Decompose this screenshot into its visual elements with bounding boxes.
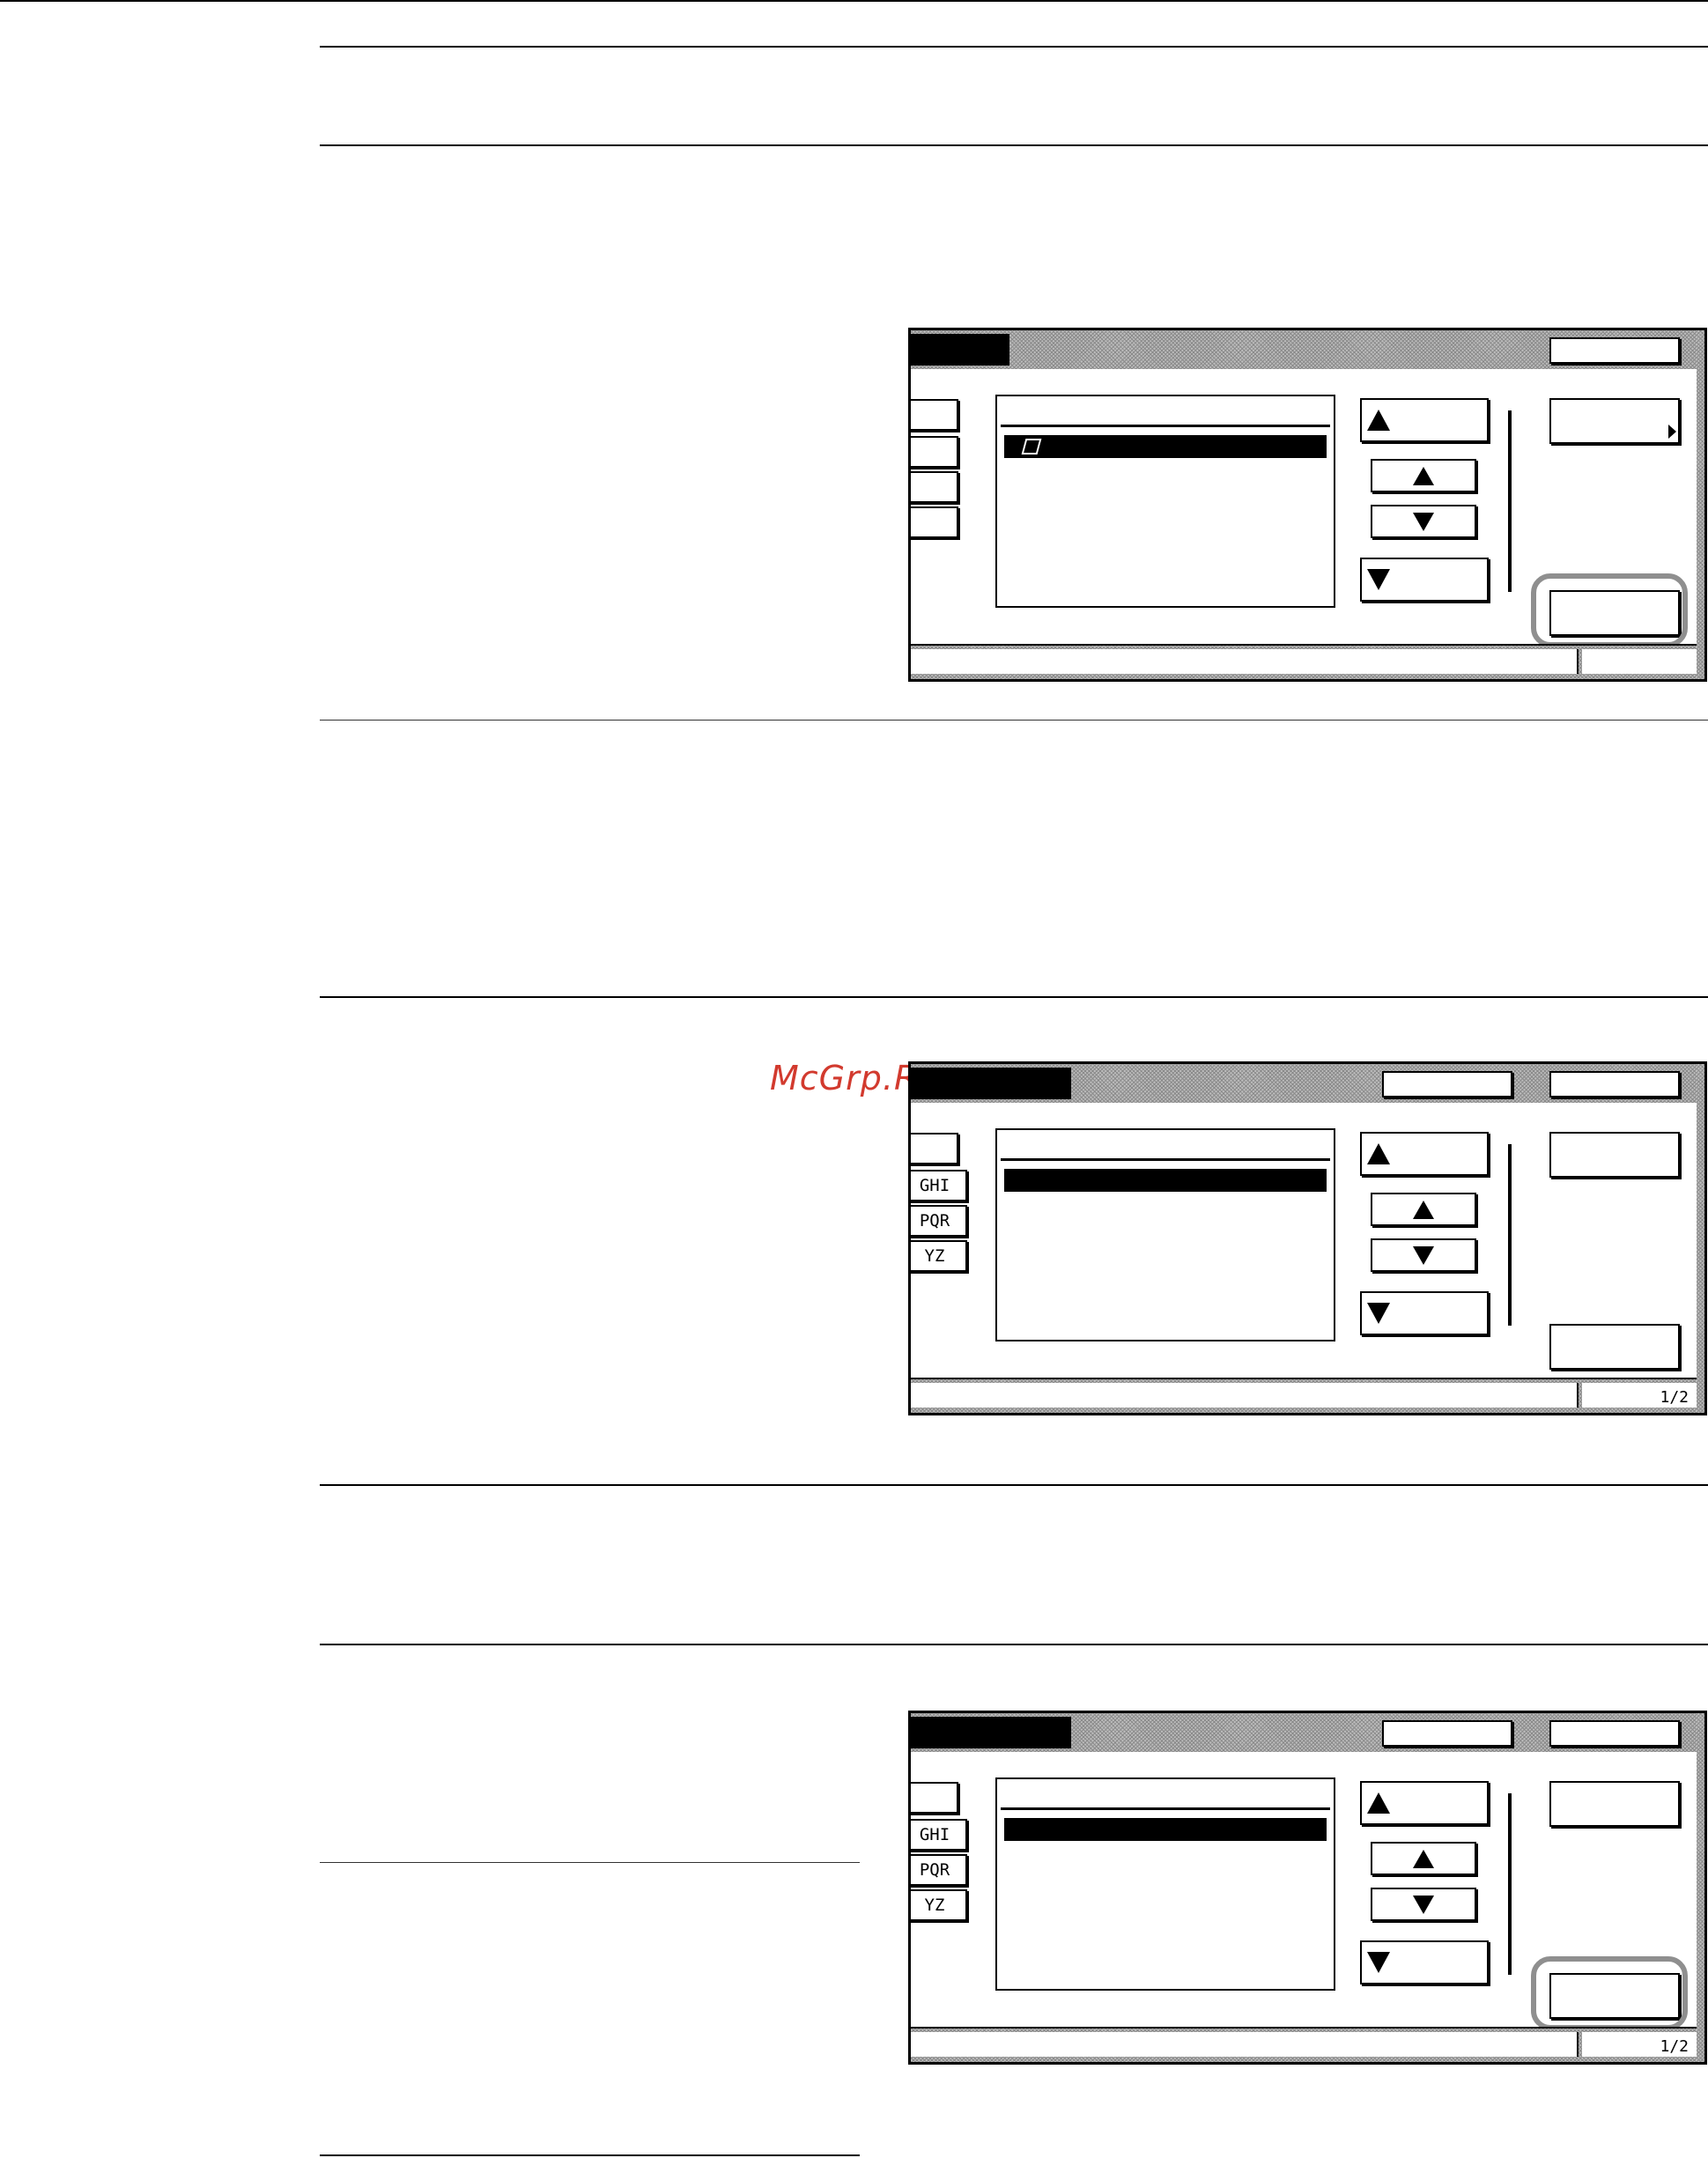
- highlight-ring: [1531, 1956, 1688, 2030]
- tab-yz[interactable]: YZ: [911, 1889, 967, 1921]
- section-rule: [320, 46, 1708, 48]
- status-bar: [911, 644, 1704, 679]
- panel-edge: [1697, 1713, 1704, 2062]
- selected-list-item[interactable]: [1004, 1169, 1327, 1192]
- tab-button[interactable]: [911, 1133, 958, 1164]
- tab-button[interactable]: [911, 436, 958, 468]
- page-up-button[interactable]: [1360, 1132, 1489, 1176]
- touch-panel-screen: GHI PQR YZ 1/2: [908, 1711, 1707, 2065]
- tab-ghi[interactable]: GHI: [911, 1170, 967, 1201]
- page-indicator: 1/2: [1660, 1388, 1689, 1407]
- screen-title-block: [911, 334, 1009, 366]
- arrow-down-icon: [1413, 1245, 1434, 1265]
- vertical-divider: [1508, 1144, 1512, 1326]
- status-bar: 1/2: [911, 1378, 1704, 1413]
- section-rule: [320, 996, 1708, 998]
- status-bar: 1/2: [911, 2027, 1704, 2062]
- status-message-area: [911, 2032, 1579, 2057]
- arrow-up-icon: [1413, 466, 1434, 485]
- tab-pqr[interactable]: PQR: [911, 1205, 967, 1237]
- folder-icon: [1021, 439, 1042, 455]
- document-list[interactable]: [995, 1777, 1335, 1991]
- arrow-down-icon: [1413, 1895, 1434, 1914]
- page-up-button[interactable]: [1360, 1781, 1489, 1825]
- arrow-up-icon: [1413, 1849, 1434, 1868]
- status-page-area: 1/2: [1582, 2032, 1699, 2057]
- arrow-right-icon: [1668, 425, 1676, 439]
- top-rule: [0, 0, 1708, 2]
- page-down-button[interactable]: [1360, 1940, 1489, 1984]
- vertical-divider: [1508, 410, 1512, 592]
- status-message-area: [911, 649, 1579, 674]
- arrow-up-icon: [1413, 1200, 1434, 1219]
- screen-title-block: [911, 1068, 1071, 1099]
- panel-edge: [1697, 330, 1704, 679]
- arrow-down-icon: [1367, 569, 1390, 590]
- section-rule: [320, 1862, 860, 1863]
- scroll-down-button[interactable]: [1371, 505, 1476, 538]
- document-list[interactable]: [995, 1128, 1335, 1341]
- tab-yz[interactable]: YZ: [911, 1240, 967, 1272]
- vertical-divider: [1508, 1793, 1512, 1975]
- top-button-left[interactable]: [1382, 1720, 1512, 1747]
- status-page-area: 1/2: [1582, 1383, 1699, 1408]
- side-button-top[interactable]: [1549, 1132, 1680, 1178]
- section-rule: [320, 2154, 860, 2156]
- status-page-area: [1582, 649, 1699, 674]
- scroll-down-button[interactable]: [1371, 1238, 1476, 1272]
- top-right-button[interactable]: [1549, 337, 1680, 364]
- arrow-up-icon: [1367, 1143, 1390, 1164]
- touch-panel-screen: GHI PQR YZ 1/2: [908, 1061, 1707, 1415]
- top-button-right[interactable]: [1549, 1071, 1680, 1097]
- section-rule: [320, 1644, 1708, 1645]
- highlight-ring: [1531, 573, 1688, 647]
- arrow-down-icon: [1413, 512, 1434, 531]
- arrow-up-icon: [1367, 1792, 1390, 1814]
- arrow-down-icon: [1367, 1952, 1390, 1973]
- status-message-area: [911, 1383, 1579, 1408]
- scroll-up-button[interactable]: [1371, 1193, 1476, 1226]
- page-up-button[interactable]: [1360, 398, 1489, 442]
- arrow-up-icon: [1367, 410, 1390, 431]
- arrow-down-icon: [1367, 1303, 1390, 1324]
- tab-button[interactable]: [911, 471, 958, 503]
- section-rule: [320, 1484, 1708, 1486]
- tab-ghi[interactable]: GHI: [911, 1819, 967, 1851]
- page-down-button[interactable]: [1360, 558, 1489, 602]
- list-header-rule: [1001, 425, 1330, 427]
- detail-button[interactable]: [1549, 398, 1680, 444]
- top-button-right[interactable]: [1549, 1720, 1680, 1747]
- list-header-rule: [1001, 1807, 1330, 1810]
- scroll-up-button[interactable]: [1371, 1842, 1476, 1875]
- tab-pqr[interactable]: PQR: [911, 1854, 967, 1886]
- section-rule: [320, 720, 1708, 721]
- side-button-top[interactable]: [1549, 1781, 1680, 1827]
- tab-button[interactable]: [911, 506, 958, 538]
- tab-button[interactable]: [911, 1782, 958, 1814]
- list-header-rule: [1001, 1158, 1330, 1161]
- scroll-up-button[interactable]: [1371, 459, 1476, 492]
- selected-list-item[interactable]: [1004, 1818, 1327, 1841]
- page-indicator: 1/2: [1660, 2037, 1689, 2056]
- scroll-down-button[interactable]: [1371, 1888, 1476, 1921]
- touch-panel-screen: [908, 328, 1707, 682]
- selected-list-item[interactable]: [1004, 435, 1327, 458]
- section-rule: [320, 144, 1708, 146]
- panel-edge: [1697, 1064, 1704, 1413]
- box-list[interactable]: [995, 395, 1335, 608]
- page-down-button[interactable]: [1360, 1291, 1489, 1335]
- top-button-left[interactable]: [1382, 1071, 1512, 1097]
- screen-title-block: [911, 1717, 1071, 1748]
- tab-button[interactable]: [911, 399, 958, 431]
- side-button-bottom[interactable]: [1549, 1324, 1680, 1370]
